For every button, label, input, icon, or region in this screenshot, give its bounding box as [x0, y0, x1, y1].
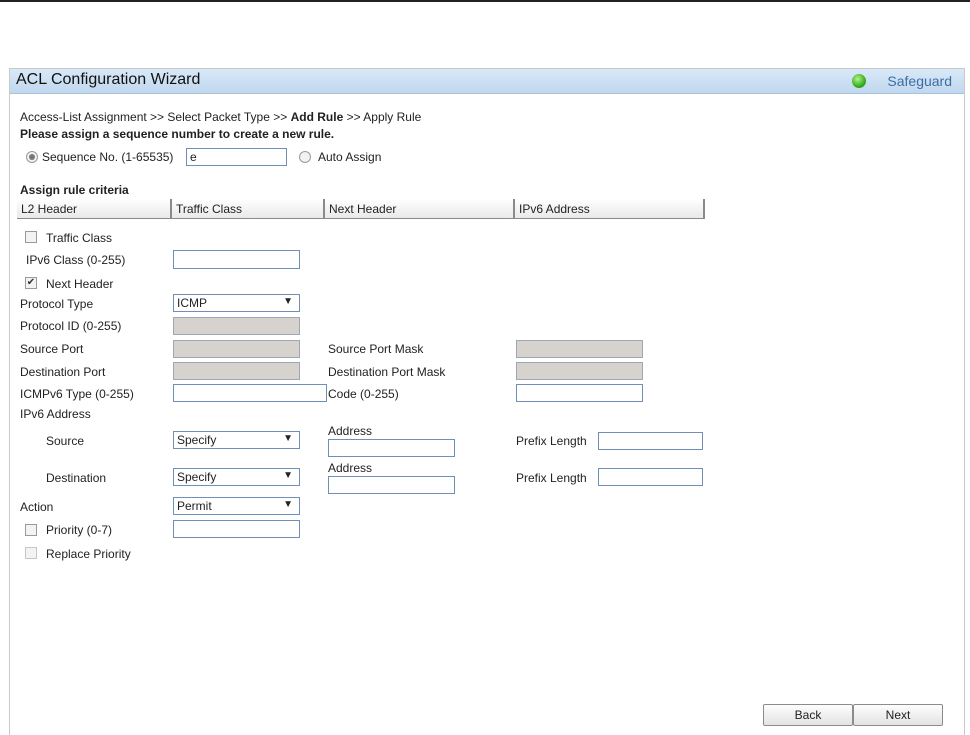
breadcrumb-current: Add Rule	[290, 110, 344, 124]
code-label: Code (0-255)	[328, 387, 399, 401]
code-input[interactable]	[516, 384, 643, 402]
action-select[interactable]: Permit ▼	[173, 497, 300, 515]
action-label: Action	[20, 500, 54, 514]
source-mode-value: Specify	[177, 433, 217, 447]
dest-port-input[interactable]	[173, 362, 300, 380]
destination-address-label: Address	[328, 461, 373, 475]
destination-mode-select[interactable]: Specify ▼	[173, 468, 300, 486]
source-prefix-input[interactable]	[598, 432, 703, 450]
protocol-type-label: Protocol Type	[20, 297, 94, 311]
source-address-input[interactable]	[328, 439, 455, 457]
dropdown-arrow-icon: ▼	[283, 499, 293, 510]
priority-input[interactable]	[173, 520, 300, 538]
source-label: Source	[46, 434, 85, 448]
tab-next-header[interactable]: Next Header	[325, 199, 515, 219]
protocol-id-label: Protocol ID (0-255)	[20, 319, 122, 333]
auto-assign-label: Auto Assign	[318, 150, 382, 164]
criteria-heading: Assign rule criteria	[20, 183, 129, 197]
protocol-type-value: ICMP	[177, 296, 207, 310]
source-port-mask-input[interactable]	[516, 340, 643, 358]
instruction-text: Please assign a sequence number to creat…	[20, 127, 335, 141]
source-port-mask-label: Source Port Mask	[328, 342, 424, 356]
status-led-icon	[852, 74, 866, 88]
destination-address-input[interactable]	[328, 476, 455, 494]
replace-priority-checkbox[interactable]	[25, 547, 37, 559]
next-header-checkbox[interactable]: ✔	[25, 277, 37, 289]
priority-label: Priority (0-7)	[46, 523, 113, 537]
destination-prefix-label: Prefix Length	[516, 471, 587, 485]
top-border	[0, 0, 970, 2]
replace-priority-label: Replace Priority	[46, 547, 131, 561]
source-port-label: Source Port	[20, 342, 84, 356]
ipv6-address-label: IPv6 Address	[20, 407, 91, 421]
priority-checkbox[interactable]	[25, 524, 37, 536]
breadcrumb: Access-List Assignment >> Select Packet …	[20, 110, 421, 124]
tab-l2-header[interactable]: L2 Header	[17, 199, 172, 219]
dest-port-mask-input[interactable]	[516, 362, 643, 380]
title-bar: ACL Configuration Wizard Safeguard	[10, 69, 964, 94]
sequence-no-input[interactable]: e	[186, 148, 287, 166]
destination-label: Destination	[46, 471, 107, 485]
dropdown-arrow-icon: ▼	[283, 470, 293, 481]
dest-port-label: Destination Port	[20, 365, 106, 379]
source-address-label: Address	[328, 424, 373, 438]
source-prefix-label: Prefix Length	[516, 434, 587, 448]
icmp-type-input[interactable]	[173, 384, 327, 402]
page-title: ACL Configuration Wizard	[16, 71, 201, 88]
destination-prefix-input[interactable]	[598, 468, 703, 486]
next-button[interactable]: Next	[853, 704, 943, 726]
dropdown-arrow-icon: ▼	[283, 296, 293, 307]
tab-ipv6-address[interactable]: IPv6 Address	[515, 199, 705, 219]
traffic-class-checkbox[interactable]	[25, 231, 37, 243]
safeguard-label: Safeguard	[887, 73, 952, 89]
breadcrumb-prev: Access-List Assignment >> Select Packet …	[20, 110, 291, 124]
traffic-class-label: Traffic Class	[46, 231, 113, 245]
dropdown-arrow-icon: ▼	[283, 433, 293, 444]
destination-mode-value: Specify	[177, 470, 217, 484]
sequence-no-label: Sequence No. (1-65535)	[42, 150, 174, 164]
protocol-type-select[interactable]: ICMP ▼	[173, 294, 300, 312]
back-button[interactable]: Back	[763, 704, 853, 726]
ipv6-class-input[interactable]	[173, 250, 300, 269]
dest-port-mask-label: Destination Port Mask	[328, 365, 446, 379]
next-header-label: Next Header	[46, 277, 114, 291]
breadcrumb-next: >> Apply Rule	[343, 110, 422, 124]
icmp-type-label: ICMPv6 Type (0-255)	[20, 387, 134, 401]
ipv6-class-label: IPv6 Class (0-255)	[26, 253, 126, 267]
protocol-id-input[interactable]	[173, 317, 300, 335]
action-value: Permit	[177, 499, 212, 513]
sequence-no-radio[interactable]	[26, 151, 38, 163]
wizard-panel: ACL Configuration Wizard Safeguard	[9, 68, 965, 735]
tab-traffic-class[interactable]: Traffic Class	[172, 199, 325, 219]
source-mode-select[interactable]: Specify ▼	[173, 431, 300, 449]
source-port-input[interactable]	[173, 340, 300, 358]
auto-assign-radio[interactable]	[299, 151, 311, 163]
